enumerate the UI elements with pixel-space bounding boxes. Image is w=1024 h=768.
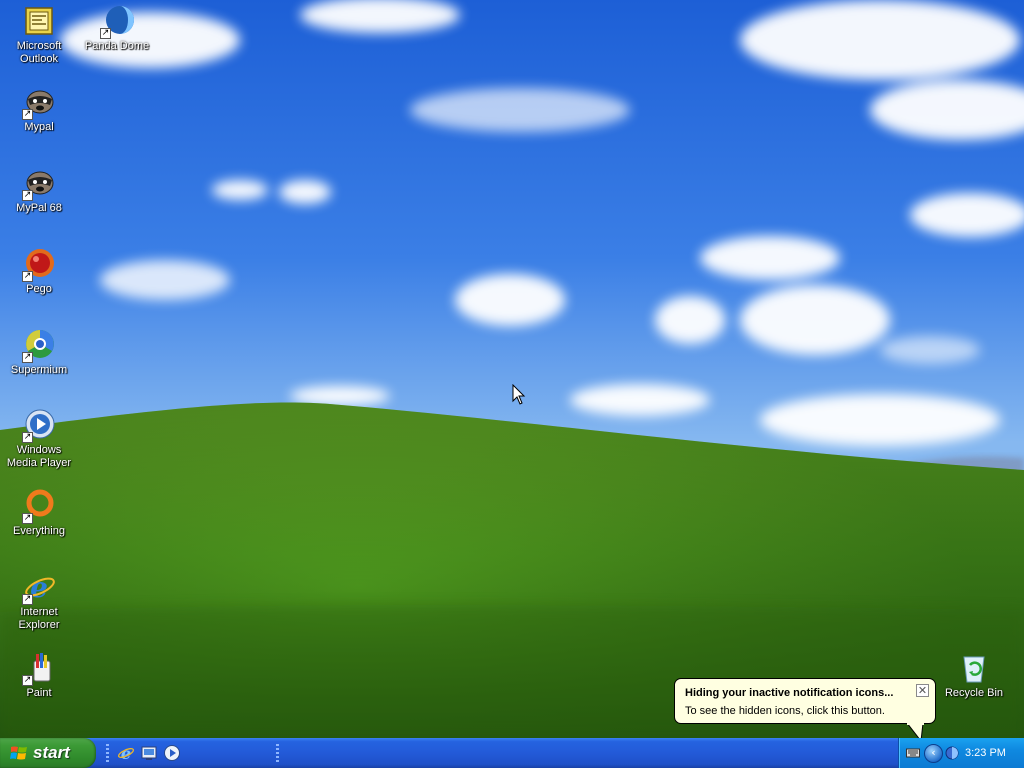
- desktop-icon-label: Internet Explorer: [18, 606, 60, 631]
- shortcut-arrow-icon: ↗: [22, 675, 33, 686]
- svg-text:e: e: [121, 744, 131, 762]
- desktop-icon-paint[interactable]: ↗ Paint: [0, 651, 78, 700]
- desktop-icon-mypal[interactable]: ↗ Mypal: [0, 85, 78, 134]
- shortcut-arrow-icon: ↗: [22, 271, 33, 282]
- balloon-title: Hiding your inactive notification icons.…: [685, 687, 894, 699]
- desktop-icon-supermium[interactable]: ↗ Supermium: [0, 328, 78, 377]
- taskbar: start e ‹ 3:23 PM: [0, 738, 1024, 768]
- desktop-icon-microsoft-outlook[interactable]: Microsoft Outlook: [0, 4, 78, 66]
- balloon-close-button[interactable]: ✕: [916, 684, 929, 697]
- shortcut-arrow-icon: ↗: [22, 432, 33, 443]
- shortcut-arrow-icon: ↗: [22, 190, 33, 201]
- show-desktop-icon: [141, 746, 157, 760]
- shortcut-arrow-icon: ↗: [22, 352, 33, 363]
- clock[interactable]: 3:23 PM: [965, 738, 1006, 768]
- outlook-icon: [25, 7, 53, 35]
- desktop-wallpaper: [0, 0, 1024, 738]
- desktop-icon-label: Microsoft Outlook: [16, 40, 62, 65]
- desktop-icon-mypal-68[interactable]: ↗ MyPal 68: [0, 166, 78, 215]
- shortcut-arrow-icon: ↗: [22, 513, 33, 524]
- start-button[interactable]: start: [0, 738, 96, 768]
- taskbar-grip[interactable]: [276, 744, 279, 762]
- quick-launch-show-desktop[interactable]: [140, 744, 158, 762]
- desktop-icon-panda-dome[interactable]: ↗ Panda Dome: [78, 4, 156, 53]
- desktop-icon-label: Paint: [26, 687, 52, 699]
- desktop-icon-windows-media-player[interactable]: ↗ Windows Media Player: [0, 408, 78, 470]
- shortcut-arrow-icon: ↗: [22, 109, 33, 120]
- windows-media-player-icon: [164, 745, 180, 761]
- network-icon[interactable]: [945, 746, 959, 760]
- keyboard-icon[interactable]: [906, 746, 920, 760]
- windows-flag-icon: [10, 746, 27, 760]
- quick-launch-windows-media-player[interactable]: [163, 744, 181, 762]
- desktop-icon-label: Pego: [26, 283, 52, 295]
- balloon-text: To see the hidden icons, click this butt…: [685, 705, 885, 717]
- desktop-icon-internet-explorer[interactable]: e ↗ Internet Explorer: [0, 570, 78, 632]
- desktop-icon-label: MyPal 68: [16, 202, 62, 214]
- system-tray: ‹ 3:23 PM: [898, 738, 1024, 768]
- notification-balloon[interactable]: Hiding your inactive notification icons.…: [674, 678, 936, 743]
- desktop-icon-label: Supermium: [10, 364, 68, 376]
- internet-explorer-icon: e: [117, 744, 135, 762]
- desktop-icon-label: Windows Media Player: [6, 444, 72, 469]
- shortcut-arrow-icon: ↗: [100, 28, 111, 39]
- recycle-bin-icon: [963, 656, 985, 683]
- desktop-icon-recycle-bin[interactable]: Recycle Bin: [935, 651, 1013, 700]
- desktop-icon-label: Recycle Bin: [944, 687, 1004, 699]
- quick-launch-grip[interactable]: [106, 744, 109, 762]
- show-hidden-icons-chevron-icon[interactable]: ‹: [924, 744, 943, 763]
- start-label: start: [33, 743, 70, 762]
- shortcut-arrow-icon: ↗: [22, 594, 33, 605]
- desktop-icon-label: Panda Dome: [84, 40, 150, 52]
- mouse-pointer-icon: [512, 384, 526, 405]
- desktop-icon-label: Mypal: [24, 121, 54, 133]
- quick-launch-internet-explorer[interactable]: e: [117, 744, 135, 762]
- desktop-icon-label: Everything: [13, 525, 65, 537]
- desktop-icon-everything[interactable]: ↗ Everything: [0, 489, 78, 538]
- desktop-icon-pego[interactable]: ↗ Pego: [0, 247, 78, 296]
